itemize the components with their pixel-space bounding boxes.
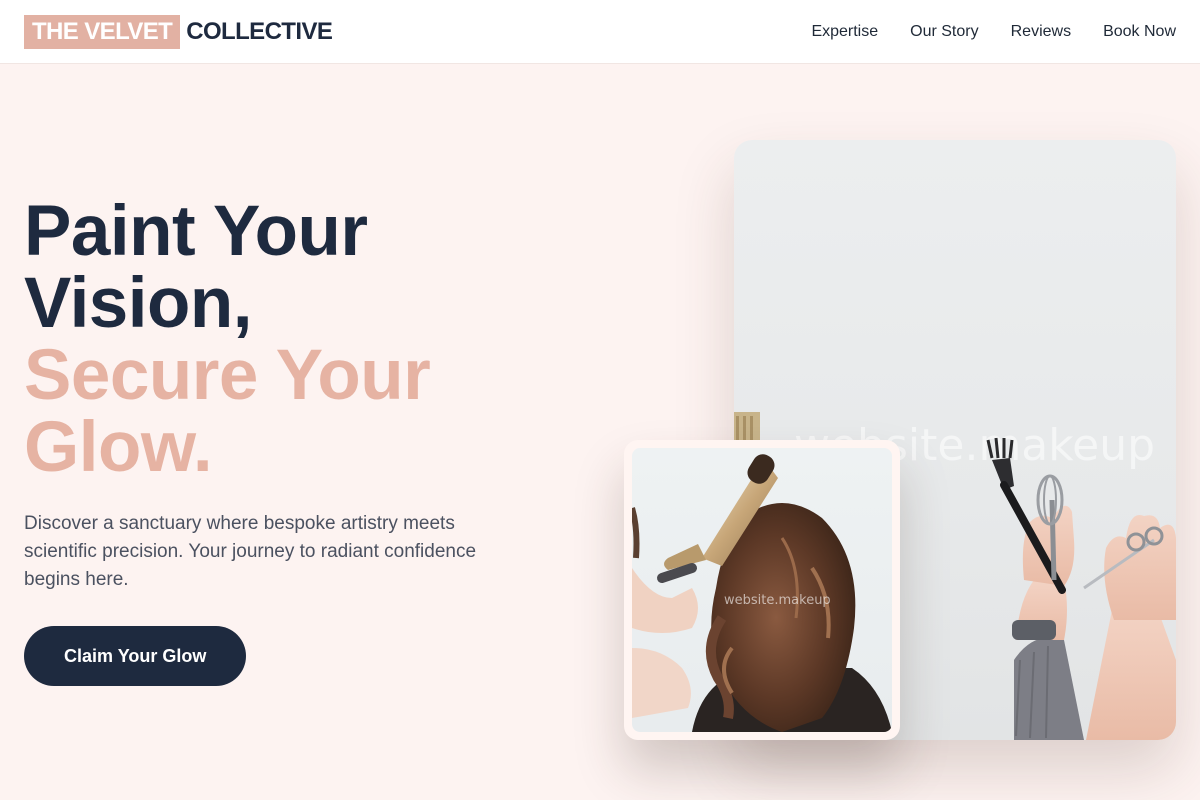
hero-title-line-2: Vision, — [24, 264, 252, 343]
hair-styling-photo: website.makeup — [632, 448, 892, 732]
nav-book-now[interactable]: Book Now — [1103, 23, 1176, 41]
logo-main-text: COLLECTIVE — [186, 17, 333, 45]
hero-title-line-3: Secure Your — [24, 336, 431, 415]
hero-title-line-4: Glow. — [24, 408, 213, 487]
hero-title-line-1: Paint Your — [24, 192, 368, 271]
small-image-watermark: website.makeup — [724, 593, 831, 608]
nav-our-story[interactable]: Our Story — [910, 23, 978, 41]
hero-image-hair-styling: website.makeup — [624, 440, 900, 740]
hair-illustration: website.makeup — [632, 454, 892, 732]
site-header: THE VELVET COLLECTIVE Expertise Our Stor… — [0, 0, 1200, 64]
hero-description: Discover a sanctuary where bespoke artis… — [24, 513, 477, 590]
logo-accent-text: THE VELVET — [24, 14, 181, 49]
hero-section: Paint Your Vision, Secure Your Glow. Dis… — [24, 196, 564, 686]
main-nav: Expertise Our Story Reviews Book Now — [811, 23, 1176, 41]
hero-title: Paint Your Vision, Secure Your Glow. — [24, 196, 564, 484]
nav-expertise[interactable]: Expertise — [811, 23, 878, 41]
nav-reviews[interactable]: Reviews — [1011, 23, 1071, 41]
claim-your-glow-button[interactable]: Claim Your Glow — [24, 626, 247, 686]
logo[interactable]: THE VELVET COLLECTIVE — [24, 14, 333, 49]
